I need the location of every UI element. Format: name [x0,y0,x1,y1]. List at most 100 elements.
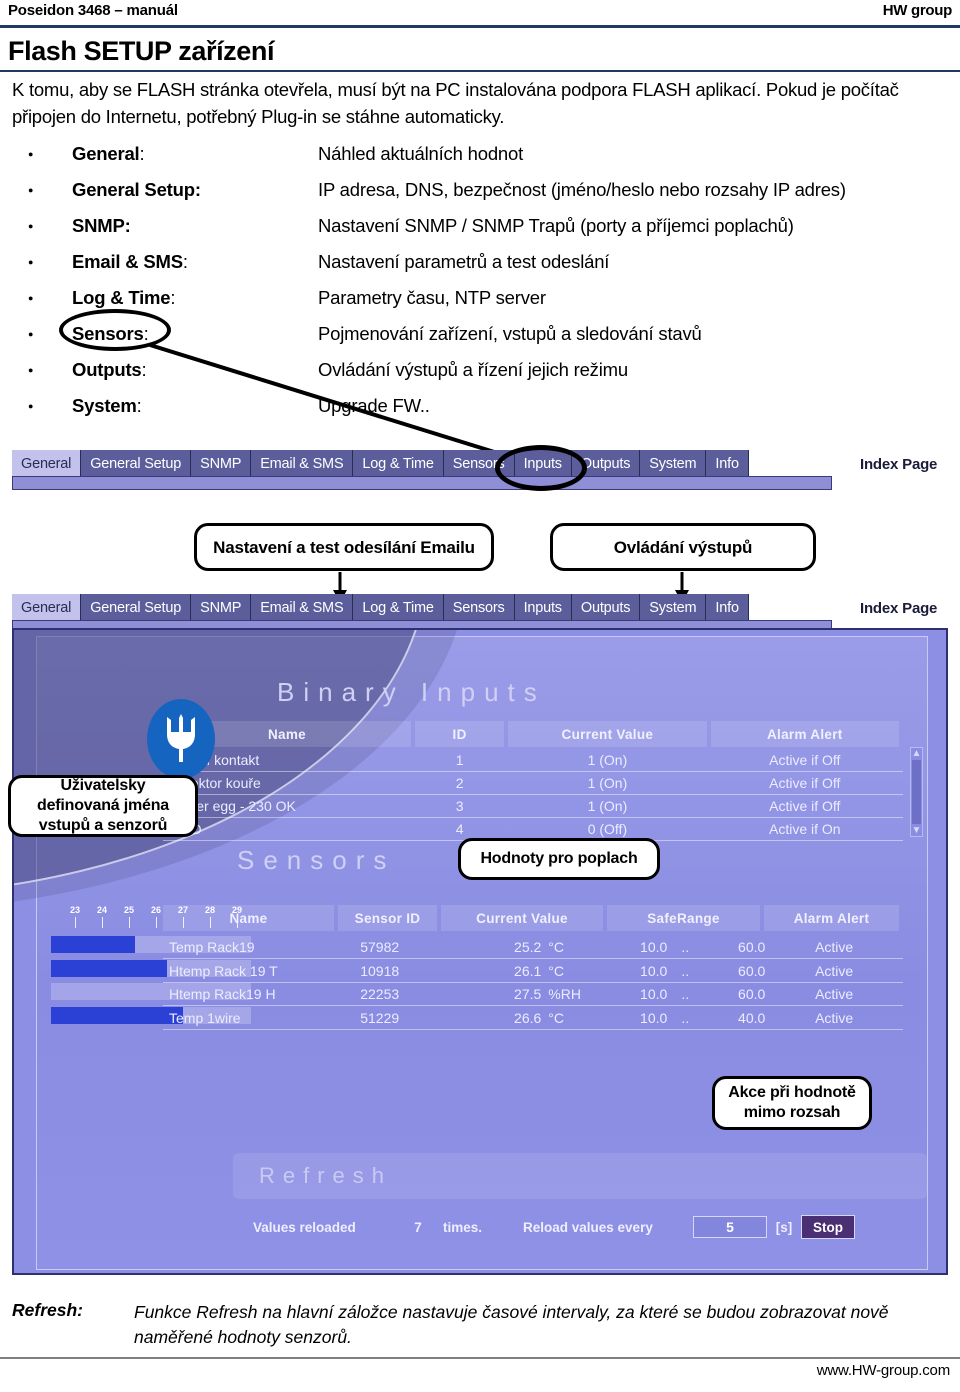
refresh-title: Refresh [259,1163,393,1188]
page-title: Flash SETUP zařízení [8,36,275,66]
table-row[interactable]: Detektor kouře 2 1 (On) Active if Off [163,772,903,795]
sensor-value-number: 26.1 [514,962,542,979]
sensor-bar-fill [51,959,167,977]
bullet-dot-icon: ● [28,401,34,411]
tab-inputs[interactable]: Inputs [514,594,572,622]
bullet-description: Upgrade FW.. [318,395,430,416]
table-row[interactable]: Temp Rack19 57982 25.2 °C 10.0.. 60.0 Active [163,936,903,959]
input-current-value: 1 (On) [587,775,628,791]
callout-output-control: Ovládání výstupů [550,523,816,571]
reload-interval-input[interactable]: 5 [693,1216,767,1238]
tab-sensors[interactable]: Sensors [443,594,515,622]
bullet-dot-icon: ● [28,329,34,339]
scroll-down-icon[interactable]: ▼ [912,825,922,836]
sensor-alarm-alert: Active [815,939,854,955]
values-reloaded-label: Values reloaded [253,1219,356,1235]
tab-general-setup[interactable]: General Setup [81,594,192,622]
input-alarm-alert: Active if On [768,821,841,837]
sensor-name: Htemp Rack 19 T [169,962,278,979]
refresh-status-line: Values reloaded 7 times. Reload values e… [253,1215,913,1239]
table-row[interactable]: Dveřní kontakt 1 1 (On) Active if Off [163,749,903,772]
bullet-colon: : [139,143,145,164]
input-name: Power egg - 230 OK [169,798,296,814]
manual-title: Poseidon 3468 – manuál [8,2,178,19]
tab-snmp[interactable]: SNMP [191,594,252,622]
bullet-description: Parametry času, NTP server [318,287,546,308]
saferange-separator: .. [681,986,690,1002]
bullet-colon: : [136,395,142,416]
saferange-max: 40.0 [738,1009,766,1026]
binary-inputs-title: Binary Inputs [277,677,546,707]
tab-email-sms[interactable]: Email & SMS [251,450,354,478]
callout-out-of-range-label: Akce při hodnotě mimo rozsah [728,1084,856,1121]
tab-snmp[interactable]: SNMP [191,450,252,478]
scroll-up-icon[interactable]: ▲ [912,748,922,759]
table-row[interactable]: Temp 1wire 51229 26.6 °C 10.0.. 40.0 Active [163,1007,903,1030]
index-page-link-bottom[interactable]: Index Page [846,594,937,622]
callout-user-defined-names: Uživatelsky definovaná jména vstupů a senz… [8,775,198,837]
saferange-max: 60.0 [738,962,766,979]
bullet-colon: : [141,359,147,380]
saferange-separator: .. [681,1009,690,1026]
callout-alarm-label: Hodnoty pro poplach [480,850,638,867]
flash-app-surface: Binary Inputs Name ID Current Value Alarm A… [14,630,928,1270]
sensor-col-header: Name [163,905,334,931]
bullet-term: General Setup: [72,179,201,200]
callout-email-label: Nastavení a test odesílání Emailu [213,537,475,557]
table-row[interactable]: Htemp Rack19 H 22253 27.5 %RH 10.0.. 60.0 Acti… [163,983,903,1006]
input-id: 3 [455,798,464,814]
table-row[interactable]: Htemp Rack 19 T 10918 26.1 °C 10.0.. 60.0 Acti… [163,960,903,983]
sensor-value-number: 27.5 [514,986,542,1002]
tab-log-time[interactable]: Log & Time [353,594,444,622]
reload-interval-label: Reload values every [523,1219,653,1235]
binary-inputs-header: Name ID Current Value Alarm Alert [163,721,903,747]
tab-system[interactable]: System [640,594,707,622]
tab-info[interactable]: Info [706,594,749,622]
gauge-tick-label: 26 [150,905,162,915]
tabbar-bottom[interactable]: General General Setup SNMP Email & SMS Log &… [12,594,749,622]
sensor-col-header: Current Value [441,905,603,931]
sensor-value-unit: °C [548,939,564,955]
bullet-dot-icon: ● [28,149,34,159]
sensor-id: 10918 [360,962,400,979]
bullet-row: ● General Setup: IP adresa, DNS, bezpečnos… [28,172,948,208]
footer-url: www.HW-group.com [816,1362,950,1379]
scrollbar-thumb[interactable] [912,760,921,824]
bullet-description: Nastavení parametrů a test odeslání [318,251,610,272]
sensor-value-unit: °C [548,962,564,979]
bullet-term: Sensors: [72,323,149,344]
tab-general-setup[interactable]: General Setup [81,450,192,478]
footnote-term: Refresh: [12,1300,83,1320]
table-row[interactable]: Power egg - 230 OK 3 1 (On) Active if Off [163,795,903,818]
trident-glyph [167,714,195,762]
saferange-separator: .. [681,939,690,955]
sensor-bar-fill [51,936,135,953]
stop-button[interactable]: Stop [801,1215,855,1239]
sensor-id: 51229 [360,1009,400,1026]
bullet-term: SNMP: [72,215,131,236]
index-page-link-top[interactable]: Index Page [846,450,937,478]
input-alarm-alert: Active if Off [769,775,841,791]
bullet-row: ● General: Náhled aktuálních hodnot [28,136,948,172]
setup-tab-list: ● General: Náhled aktuálních hodnot ● Genera… [28,136,948,424]
sensor-saferange: 10.0.. 40.0 [605,1006,765,1029]
gauge-tick-mark [75,917,76,928]
tab-outputs[interactable]: Outputs [571,594,641,622]
tabbar-top-strip: General General Setup SNMP Email & SMS Log &… [0,450,960,478]
tab-log-time[interactable]: Log & Time [353,450,444,478]
binary-inputs-scrollbar[interactable]: ▲ ▼ [910,747,923,837]
binary-col-header: Alarm Alert [710,721,899,747]
tab-general[interactable]: General [12,450,82,478]
bullet-term: General: [72,143,145,164]
input-current-value: 1 (On) [587,752,628,768]
flash-setup-screenshot[interactable]: Binary Inputs Name ID Current Value Alarm A… [12,628,948,1275]
tab-email-sms[interactable]: Email & SMS [251,594,354,622]
sensor-value-number: 25.2 [514,939,542,955]
tab-general[interactable]: General [12,594,82,622]
sensor-alarm-alert: Active [815,1009,854,1026]
tabbar-top[interactable]: General General Setup SNMP Email & SMS Log &… [12,450,749,478]
tab-system[interactable]: System [640,450,707,478]
tab-info[interactable]: Info [706,450,749,478]
sensor-value-unit: °C [548,1009,564,1026]
saferange-max: 60.0 [738,986,766,1002]
